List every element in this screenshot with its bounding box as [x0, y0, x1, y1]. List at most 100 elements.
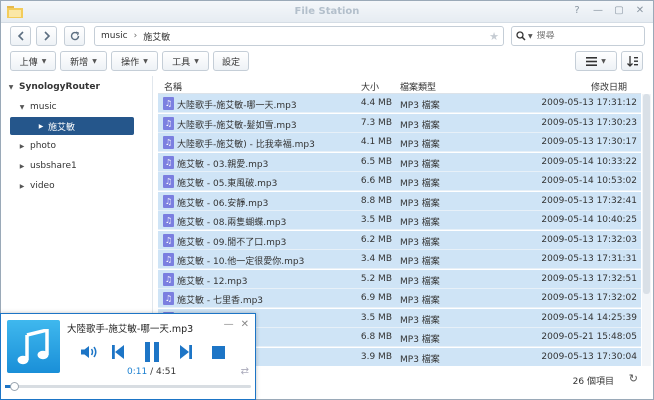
expanded-arrow-icon[interactable]: ▼ [17, 104, 27, 111]
path-bar[interactable]: music › 施艾敏 ★ [94, 26, 504, 46]
volume-icon [81, 346, 97, 358]
file-type: MP3 檔案 [400, 257, 440, 267]
star-icon[interactable]: ★ [489, 30, 499, 43]
file-name: 施艾敏 - 06.安靜.mp3 [177, 198, 269, 209]
file-date: 2009-05-13 17:31:31 [541, 254, 637, 264]
audio-file-icon: ♫ [163, 116, 174, 130]
previous-track-button[interactable] [109, 342, 127, 362]
column-name[interactable]: 名稱 [164, 80, 182, 93]
player-close-icon[interactable]: ✕ [241, 319, 249, 330]
tree-item-usbshare1[interactable]: ▶ usbshare1 [17, 157, 77, 175]
tree-item-selected-folder[interactable]: ▶ 施艾敏 [10, 117, 134, 135]
table-row[interactable]: ♫ 施艾敏 - 08.兩隻蝴蝶.mp3 3.5 MB MP3 檔案 2009-05-14… [158, 211, 641, 230]
file-date: 2009-05-13 17:32:51 [541, 273, 637, 284]
table-row[interactable]: ♫ 大陸歌手-施艾敏) - 比我幸福.mp3 4.1 MB MP3 檔案 2009-05… [158, 133, 641, 152]
file-size: 6.6 MB [360, 176, 392, 186]
table-row[interactable]: ♫ 大陸歌手-施艾敏-哪一天.mp3 4.4 MB MP3 檔案 2009-05-13 … [158, 94, 641, 113]
file-type: MP3 檔案 [400, 315, 440, 326]
tree-item-label: video [30, 181, 55, 191]
file-type: MP3 檔案 [400, 140, 440, 150]
search-box[interactable]: ▼ [511, 26, 645, 46]
column-date[interactable]: 修改日期 [591, 80, 627, 93]
settings-button[interactable]: 設定 [213, 51, 249, 71]
file-size: 3.9 MB [360, 351, 392, 362]
file-type: MP3 檔案 [400, 335, 440, 345]
file-name: 施艾敏 - 03.親愛.mp3 [177, 159, 269, 170]
next-track-button[interactable] [177, 342, 195, 362]
volume-button[interactable] [79, 342, 99, 362]
help-icon[interactable]: ? [570, 4, 584, 18]
search-input[interactable] [536, 31, 627, 41]
back-button[interactable] [10, 26, 31, 46]
path-segment-music[interactable]: music [101, 31, 128, 41]
repeat-icon[interactable]: ⇄ [241, 366, 249, 377]
action-button[interactable]: 操作 ▼ [111, 51, 158, 71]
table-row[interactable]: ♫ 施艾敏 - 10.他一定很愛你.mp3 3.4 MB MP3 檔案 2009-05-… [158, 250, 641, 269]
file-size: 3.5 MB [360, 215, 392, 225]
file-type: MP3 檔案 [400, 218, 440, 228]
table-row[interactable]: ♫ 施艾敏 - 七里香.mp3 6.9 MB MP3 檔案 2009-05-13 17:… [158, 289, 641, 308]
scrollbar-thumb[interactable] [643, 94, 650, 294]
tree-item-photo[interactable]: ▶ photo [17, 137, 56, 155]
file-type: MP3 檔案 [400, 354, 440, 365]
search-dropdown-icon[interactable]: ▼ [528, 33, 533, 40]
file-date: 2009-05-13 17:30:04 [541, 351, 637, 362]
file-list-scrollbar[interactable] [642, 94, 651, 366]
column-type[interactable]: 檔案類型 [400, 80, 436, 93]
new-button[interactable]: 新增 ▼ [60, 51, 107, 71]
table-row[interactable]: ♫ 施艾敏 - 05.東風破.mp3 6.6 MB MP3 檔案 2009-05-14 … [158, 172, 641, 191]
tree-root[interactable]: ▼ SynologyRouter [6, 78, 100, 96]
progress-knob[interactable] [10, 382, 20, 391]
file-name: 施艾敏 - 05.東風破.mp3 [177, 179, 278, 189]
dropdown-arrow-icon: ▼ [601, 57, 606, 65]
refresh-list-icon[interactable]: ↻ [629, 372, 638, 385]
table-row[interactable]: ♫ 施艾敏 - 12.mp3 5.2 MB MP3 檔案 2009-05-13 17:3… [158, 269, 641, 289]
pause-button[interactable] [142, 342, 162, 362]
file-date: 2009-05-14 10:33:22 [541, 156, 637, 167]
path-separator-icon: › [133, 31, 138, 41]
file-date: 2009-05-13 17:32:03 [541, 234, 637, 245]
column-header: 名稱 大小 檔案類型 修改日期 [158, 76, 641, 94]
audio-file-icon: ♫ [163, 292, 174, 305]
dropdown-arrow-icon: ▼ [194, 57, 199, 65]
table-row[interactable]: ♫ 施艾敏 - 03.親愛.mp3 6.5 MB MP3 檔案 2009-05-14 1… [158, 152, 641, 172]
file-type: MP3 檔案 [400, 101, 440, 111]
file-size: 4.1 MB [360, 137, 392, 147]
view-mode-button[interactable]: ▼ [575, 51, 617, 71]
audio-file-icon: ♫ [163, 233, 174, 247]
tree-item-video[interactable]: ▶ video [17, 177, 55, 195]
maximize-icon[interactable]: ▢ [612, 4, 626, 18]
previous-icon [112, 345, 124, 359]
file-date: 2009-05-13 17:30:23 [541, 117, 637, 128]
close-icon[interactable]: ✕ [633, 4, 647, 18]
tree-item-label: 施艾敏 [48, 122, 76, 133]
collapsed-arrow-icon[interactable]: ▶ [36, 123, 46, 130]
table-row[interactable]: ♫ 大陸歌手-施艾敏-髮如雪.mp3 7.3 MB MP3 檔案 2009-05-13 … [158, 113, 641, 133]
column-size[interactable]: 大小 [361, 80, 379, 93]
forward-button[interactable] [36, 26, 57, 46]
stop-button[interactable] [209, 342, 227, 362]
tree-item-label: music [30, 102, 57, 112]
tree-item-music[interactable]: ▼ music [17, 98, 57, 116]
file-size: 8.8 MB [360, 195, 392, 206]
file-date: 2009-05-13 17:30:17 [541, 137, 637, 147]
upload-label: 上傳 [19, 57, 38, 68]
pause-icon [145, 342, 159, 362]
table-row[interactable]: ♫ 施艾敏 - 09.閒不了口.mp3 6.2 MB MP3 檔案 2009-05-13… [158, 230, 641, 250]
collapsed-arrow-icon[interactable]: ▶ [17, 163, 27, 170]
collapsed-arrow-icon[interactable]: ▶ [17, 143, 27, 150]
tools-button[interactable]: 工具 ▼ [162, 51, 209, 71]
minimize-icon[interactable]: — [591, 4, 605, 18]
sort-button[interactable] [621, 51, 643, 71]
file-name: 施艾敏 - 12.mp3 [177, 276, 248, 287]
expanded-arrow-icon[interactable]: ▼ [6, 84, 16, 91]
player-minimize-icon[interactable]: — [224, 319, 234, 330]
audio-file-icon: ♫ [163, 253, 174, 266]
playback-progress-bar[interactable] [5, 382, 251, 391]
collapsed-arrow-icon[interactable]: ▶ [17, 183, 27, 190]
path-segment-current[interactable]: 施艾敏 [143, 30, 170, 43]
audio-file-icon: ♫ [163, 194, 174, 208]
upload-button[interactable]: 上傳 ▼ [10, 51, 56, 71]
refresh-button[interactable] [64, 26, 85, 46]
table-row[interactable]: ♫ 施艾敏 - 06.安靜.mp3 8.8 MB MP3 檔案 2009-05-13 1… [158, 191, 641, 211]
